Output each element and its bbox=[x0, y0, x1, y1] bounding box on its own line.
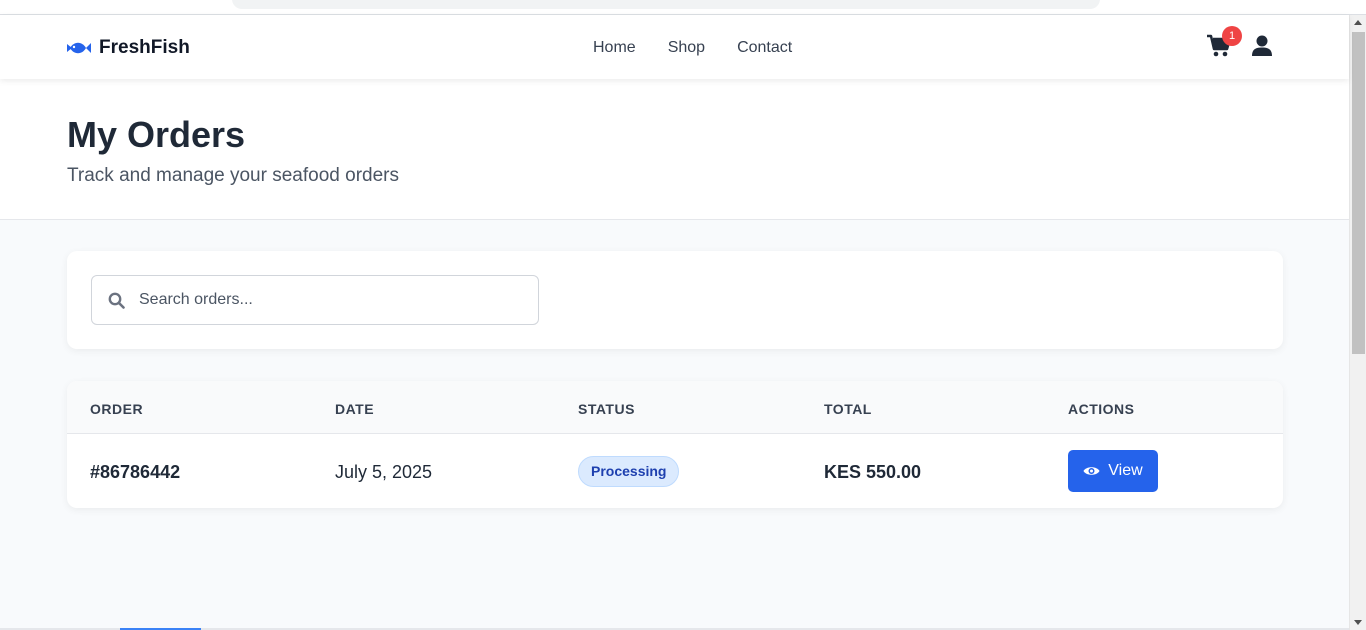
page-subtitle: Track and manage your seafood orders bbox=[67, 165, 399, 186]
scroll-up-arrow-icon[interactable] bbox=[1354, 20, 1362, 25]
table-row: #86786442 July 5, 2025 Processing KES 55… bbox=[67, 434, 1283, 508]
cart-button[interactable]: 1 bbox=[1206, 26, 1242, 59]
scrollbar-thumb[interactable] bbox=[1352, 32, 1365, 354]
order-date: July 5, 2025 bbox=[335, 462, 433, 482]
status-badge: Processing bbox=[578, 456, 680, 487]
user-icon bbox=[1252, 35, 1272, 56]
brand-logo[interactable]: FreshFish bbox=[67, 37, 190, 59]
search-card bbox=[67, 251, 1283, 349]
fish-icon bbox=[67, 42, 91, 54]
column-header-date: DATE bbox=[335, 401, 375, 417]
nav-link-contact[interactable]: Contact bbox=[737, 39, 792, 57]
nav-link-shop[interactable]: Shop bbox=[668, 39, 705, 57]
view-order-button[interactable]: View bbox=[1068, 450, 1158, 492]
address-bar[interactable] bbox=[232, 0, 1100, 9]
order-total: KES 550.00 bbox=[824, 462, 922, 482]
eye-icon bbox=[1083, 467, 1100, 475]
browser-toolbar bbox=[0, 0, 1366, 15]
view-button-label: View bbox=[1108, 462, 1143, 479]
column-header-actions: ACTIONS bbox=[1068, 401, 1135, 417]
cart-count-badge: 1 bbox=[1222, 26, 1242, 46]
vertical-scrollbar[interactable] bbox=[1349, 15, 1366, 630]
navbar: FreshFish Home Shop Contact 1 bbox=[0, 15, 1349, 79]
column-header-total: TOTAL bbox=[824, 401, 872, 417]
search-input[interactable] bbox=[139, 276, 529, 324]
column-header-order: ORDER bbox=[90, 401, 144, 417]
order-number: #86786442 bbox=[90, 462, 181, 482]
search-icon bbox=[108, 292, 125, 309]
user-account-button[interactable] bbox=[1252, 35, 1272, 57]
page-header: My Orders Track and manage your seafood … bbox=[0, 79, 1349, 220]
nav-actions: 1 bbox=[1206, 26, 1272, 59]
nav-link-home[interactable]: Home bbox=[593, 39, 636, 57]
column-header-status: STATUS bbox=[578, 401, 635, 417]
page-title: My Orders bbox=[67, 114, 246, 155]
search-box bbox=[91, 275, 539, 325]
orders-table: ORDER DATE STATUS TOTAL ACTIONS #8678644… bbox=[67, 381, 1283, 508]
nav-links: Home Shop Contact bbox=[593, 39, 824, 57]
brand-name: FreshFish bbox=[99, 37, 190, 58]
table-header: ORDER DATE STATUS TOTAL ACTIONS bbox=[67, 381, 1283, 434]
scroll-down-arrow-icon[interactable] bbox=[1354, 620, 1362, 625]
